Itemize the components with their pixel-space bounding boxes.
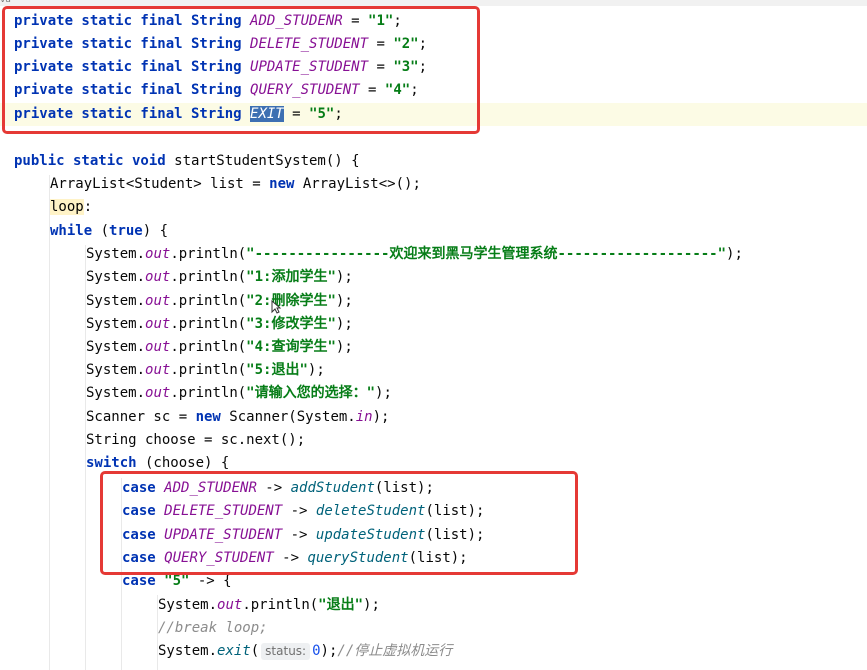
code-line-println[interactable]: System.out.println("5:退出");: [0, 359, 867, 382]
keyword: new: [269, 176, 295, 192]
code-text: );: [372, 409, 390, 425]
code-text: Scanner sc =: [86, 409, 196, 425]
code-text: System.: [86, 362, 146, 378]
code-text: .println(: [170, 269, 247, 285]
string-literal: "5:退出": [246, 362, 308, 378]
code-text: System.: [86, 293, 146, 309]
code-line-list-decl[interactable]: ArrayList<Student> list = new ArrayList<…: [0, 173, 867, 196]
static-field: out: [145, 316, 171, 332]
code-text: .println(: [242, 597, 319, 613]
parameter-hint: status:: [261, 643, 311, 660]
code-line-scanner[interactable]: Scanner sc = new Scanner(System.in);: [0, 406, 867, 429]
mouse-cursor-icon: [271, 300, 281, 314]
keyword: public static void: [14, 153, 166, 169]
code-line-comment[interactable]: //break loop;: [0, 617, 867, 640]
code-text: );: [335, 316, 353, 332]
code-text: System.: [86, 339, 146, 355]
code-line-println[interactable]: System.out.println("4:查询学生");: [0, 336, 867, 359]
keyword: true: [109, 223, 143, 239]
code-text: .println(: [170, 362, 247, 378]
code-text: .println(: [170, 339, 247, 355]
code-text: System.: [86, 269, 146, 285]
code-text: .println(: [170, 316, 247, 332]
code-line-method-signature[interactable]: public static void startStudentSystem() …: [0, 150, 867, 173]
code-text: System.: [158, 597, 218, 613]
tab-label-fragment: va: [0, 0, 11, 5]
code-text: );: [307, 362, 325, 378]
code-text: System.: [158, 643, 218, 659]
static-field: in: [355, 409, 373, 425]
loop-label: loop: [50, 199, 84, 215]
static-field: out: [145, 293, 171, 309]
code-line-println[interactable]: System.out.println("1:添加学生");: [0, 266, 867, 289]
static-field: out: [145, 385, 171, 401]
code-editor[interactable]: va private static final String ADD_STUDE…: [0, 0, 867, 670]
string-literal: "5": [164, 573, 190, 589]
code-text: );: [335, 293, 353, 309]
static-field: out: [145, 246, 171, 262]
code-text: ArrayList<>();: [294, 176, 421, 192]
static-field: out: [217, 597, 243, 613]
code-text: String choose = sc.next();: [86, 432, 306, 448]
code-text: (choose) {: [136, 455, 230, 471]
code-line-println[interactable]: System.out.println("退出");: [0, 594, 867, 617]
keyword: switch: [86, 455, 137, 471]
code-text: );: [726, 246, 743, 262]
method-call: exit: [217, 643, 251, 659]
code-text: .println(: [170, 246, 247, 262]
code-text: ArrayList<Student> list =: [50, 176, 270, 192]
code-line-choose[interactable]: String choose = sc.next();: [0, 429, 867, 452]
string-literal: "2:删除学生": [246, 293, 336, 309]
code-text: (: [250, 643, 260, 659]
code-line-println[interactable]: System.out.println("3:修改学生");: [0, 313, 867, 336]
keyword: case: [122, 573, 156, 589]
code-line-println[interactable]: System.out.println("2:删除学生");: [0, 290, 867, 313]
comment: //break loop;: [158, 620, 268, 636]
code-text: ) {: [142, 223, 169, 239]
code-text: :: [83, 199, 93, 215]
comment: //停止虚拟机运行: [337, 643, 453, 659]
keyword: while: [50, 223, 93, 239]
code-text: .println(: [170, 385, 247, 401]
code-line-println[interactable]: System.out.println("----------------欢迎来到…: [0, 243, 867, 266]
string-literal: "3:修改学生": [246, 316, 336, 332]
code-text: );: [363, 597, 380, 613]
static-field: out: [145, 269, 171, 285]
code-text: System.: [86, 385, 146, 401]
highlight-box-cases: [100, 471, 578, 575]
code-line-println[interactable]: System.out.println("请输入您的选择：");: [0, 382, 867, 405]
highlight-box-constants: [2, 6, 480, 134]
code-text: );: [320, 643, 338, 659]
string-literal: "4:查询学生": [246, 339, 336, 355]
string-literal: "1:添加学生": [246, 269, 336, 285]
code-text: .println(: [170, 293, 247, 309]
code-text: );: [335, 339, 353, 355]
code-line-exit[interactable]: System.exit(status: 0);//停止虚拟机运行: [0, 640, 867, 663]
code-text: -> {: [189, 573, 232, 589]
static-field: out: [145, 339, 171, 355]
code-text: );: [375, 385, 392, 401]
method-signature: startStudentSystem() {: [165, 153, 360, 169]
string-literal: "请输入您的选择：": [246, 385, 376, 401]
code-text: System.: [86, 316, 146, 332]
code-text: );: [335, 269, 353, 285]
code-text: (: [92, 223, 110, 239]
code-text: System.: [86, 246, 146, 262]
code-line-loop-label[interactable]: loop:: [0, 196, 867, 219]
code-line-while[interactable]: while (true) {: [0, 220, 867, 243]
number-literal: 0: [312, 643, 321, 659]
static-field: out: [145, 362, 171, 378]
string-literal: "退出": [318, 597, 364, 613]
keyword: new: [195, 409, 221, 425]
code-text: Scanner(System.: [220, 409, 356, 425]
string-literal: "----------------欢迎来到黑马学生管理系统-----------…: [246, 246, 727, 262]
